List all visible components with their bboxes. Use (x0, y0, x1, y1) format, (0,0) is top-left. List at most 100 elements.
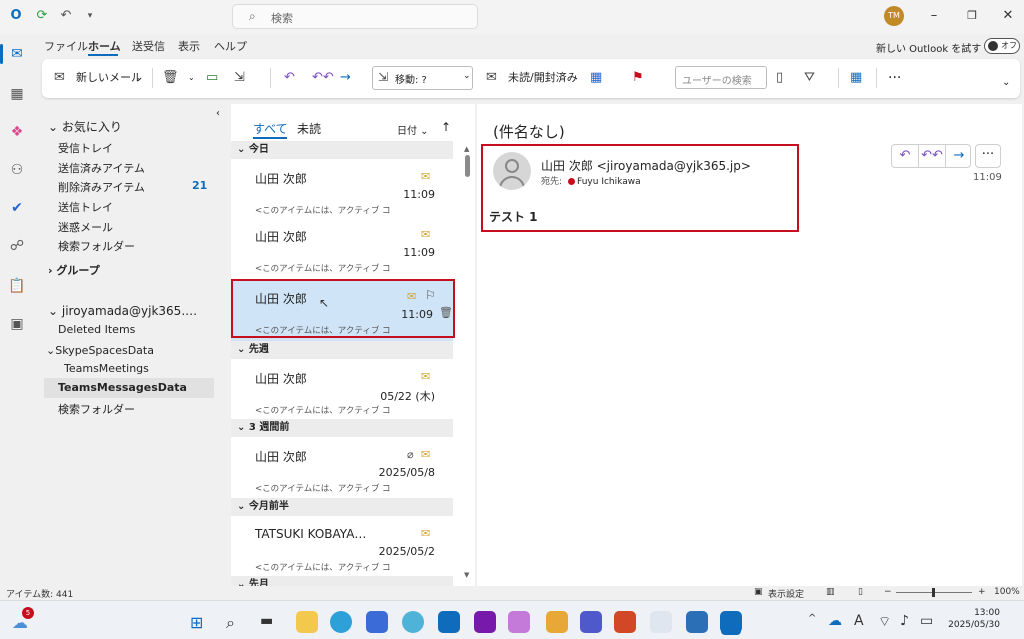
search-input[interactable]: 検索 (271, 10, 293, 26)
undo-icon[interactable]: ↶ (58, 8, 74, 24)
folder-deleted-items[interactable]: Deleted Items (58, 323, 135, 336)
message-item[interactable]: TATSUKI KOBAYA… ✉ 2025/05/2 <このアイテムには、アク… (231, 517, 453, 579)
filter-icon[interactable]: ⛛ (804, 68, 815, 88)
flag-icon[interactable]: ⚑ (632, 68, 644, 88)
message-item[interactable]: 山田 次郎 ⌀ ✉ 2025/05/8 <このアイテムには、アクティブ コ (231, 438, 453, 500)
m365-icon[interactable] (508, 611, 530, 633)
zoom-slider-thumb[interactable] (932, 588, 935, 597)
clipchamp-icon[interactable] (686, 611, 708, 633)
zoom-out-icon[interactable]: − (884, 587, 892, 597)
recipient-name[interactable]: Fuyu Ichikawa (577, 177, 641, 187)
message-item[interactable]: 山田 次郎 ✉ 11:09 <このアイテムには、アクティブ コ (231, 218, 453, 280)
account-header[interactable]: ⌄ jiroyamada@yjk365.… (48, 304, 197, 318)
scroll-thumb[interactable] (465, 155, 470, 177)
tab-file[interactable]: ファイル (44, 38, 88, 54)
onedrive-icon[interactable]: ☁ (828, 613, 842, 629)
copilot-icon[interactable]: ❖ (5, 120, 29, 144)
minimize-button[interactable]: – (924, 6, 944, 26)
collapse-pane-icon[interactable]: ‹ (216, 108, 220, 119)
message-item[interactable]: 山田 次郎 ✉ 11:09 <このアイテムには、アクティブ コ (231, 160, 453, 222)
tab-help[interactable]: ヘルプ (214, 38, 247, 54)
tab-unread[interactable]: 未読 (297, 120, 321, 137)
apps-icon[interactable]: ▣ (5, 312, 29, 336)
favorites-header[interactable]: ⌄ お気に入り (48, 118, 122, 135)
tab-send-receive[interactable]: 送受信 (132, 38, 165, 54)
people-icon[interactable]: ⚇ (5, 158, 29, 182)
forward-icon[interactable]: → (340, 68, 351, 88)
onenote-icon[interactable] (474, 611, 496, 633)
teams-icon[interactable] (580, 611, 602, 633)
group-header-last-month[interactable]: ⌄ 先月 (231, 576, 453, 586)
display-settings-button[interactable]: 表示設定 (768, 587, 804, 600)
folder-search[interactable]: 検索フォルダー (58, 238, 135, 254)
move-to-folder-icon[interactable]: ⇲ (234, 68, 245, 88)
message-item[interactable]: 山田 次郎 ✉ 05/22 (木) <このアイテムには、アクティブ コ (231, 360, 453, 422)
restore-button[interactable]: ❐ (962, 6, 982, 26)
sort-direction-icon[interactable]: ↑ (441, 120, 451, 134)
zoom-in-icon[interactable]: + (978, 587, 986, 597)
new-mail-dropdown-icon[interactable]: ⌄ (136, 68, 143, 88)
tray-chevron-icon[interactable]: ^ (808, 613, 816, 624)
scroll-down-icon[interactable]: ▼ (464, 571, 469, 579)
todo-icon[interactable]: ✔ (5, 196, 29, 220)
sender-avatar[interactable] (493, 152, 531, 190)
folder-outbox[interactable]: 送信トレイ (58, 199, 113, 215)
archive-icon[interactable]: ▭ (206, 68, 218, 88)
file-explorer-icon[interactable] (296, 611, 318, 633)
start-icon[interactable]: ⊞ (190, 613, 203, 632)
tasks-icon[interactable]: 📋 (5, 274, 29, 298)
mail-icon[interactable]: ✉ (5, 42, 29, 66)
store-icon[interactable] (366, 611, 388, 633)
org-icon[interactable]: ☍ (5, 234, 29, 258)
calendar-icon[interactable]: ▦ (5, 82, 29, 106)
delete-dropdown-icon[interactable]: ⌄ (188, 68, 195, 88)
reply-all-icon[interactable]: ↶↶ (312, 68, 334, 88)
customize-toolbar-icon[interactable]: ▾ (82, 8, 98, 24)
snipping-tool-icon[interactable] (650, 611, 672, 633)
new-mail-button[interactable]: 新しいメール (76, 68, 142, 88)
move-dropdown-icon[interactable]: ⌄ (463, 71, 471, 81)
folder-deleted[interactable]: 削除済みアイテム (58, 179, 145, 195)
forward-icon[interactable]: → (946, 148, 972, 163)
more-actions-button[interactable]: ··· (975, 144, 1001, 168)
group-header-earlier-this-month[interactable]: ⌄ 今月前半 (231, 498, 453, 516)
categorize-icon[interactable]: ▦ (590, 68, 602, 88)
wifi-icon[interactable]: ⌔ (878, 613, 891, 631)
sort-by-date[interactable]: 日付 ⌄ (397, 122, 429, 137)
groups-header[interactable]: › グループ (48, 262, 100, 278)
tab-home[interactable]: ホーム (88, 38, 121, 54)
sender-name[interactable]: 山田 次郎 <jiroyamada@yjk365.jp> (541, 157, 751, 174)
folder-search-account[interactable]: 検索フォルダー (58, 401, 135, 417)
quick-steps-move[interactable]: ⇲ 移動: ? ⌄ (372, 66, 473, 90)
reading-view-icon[interactable]: ▯ (858, 587, 863, 597)
folder-sent[interactable]: 送信済みアイテム (58, 160, 145, 176)
unread-read-button[interactable]: 未読/開封済み (508, 68, 578, 88)
tab-all[interactable]: すべて (253, 120, 288, 137)
search-box[interactable]: ⌕ 検索 (232, 4, 478, 29)
apps-grid-icon[interactable]: ▦ (850, 68, 862, 88)
reply-icon[interactable]: ↶ (284, 68, 295, 88)
tab-view[interactable]: 表示 (178, 38, 200, 54)
volume-icon[interactable]: ♪ (900, 613, 909, 629)
search-icon[interactable]: ⌕ (226, 613, 235, 633)
sync-icon[interactable]: ⟳ (34, 8, 50, 24)
taskbar-date[interactable]: 2025/05/30 (944, 620, 1000, 630)
slack-icon[interactable] (546, 611, 568, 633)
battery-icon[interactable]: ▭ (920, 613, 933, 629)
folder-junk[interactable]: 迷惑メール (58, 219, 113, 235)
folder-teams-messages[interactable]: TeamsMessagesData (58, 381, 187, 394)
app-icon[interactable] (402, 611, 424, 633)
message-list-scrollbar[interactable]: ▲ ▼ (464, 145, 472, 581)
reply-all-icon[interactable]: ↶↶ (919, 148, 945, 163)
new-outlook-toggle[interactable]: オフ (984, 38, 1020, 54)
outlook-new-icon[interactable] (438, 611, 460, 633)
close-button[interactable]: ✕ (998, 6, 1018, 26)
address-book-icon[interactable]: ▯ (776, 68, 783, 88)
group-header-last-week[interactable]: ⌄ 先週 (231, 341, 453, 359)
powerpoint-icon[interactable] (614, 611, 636, 633)
group-header-3-weeks-ago[interactable]: ⌄ 3 週間前 (231, 419, 453, 437)
user-avatar[interactable]: TM (884, 6, 904, 26)
group-header-today[interactable]: ⌄ 今日 (231, 141, 453, 159)
edge-icon[interactable] (330, 611, 352, 633)
normal-view-icon[interactable]: ▥ (826, 587, 835, 597)
